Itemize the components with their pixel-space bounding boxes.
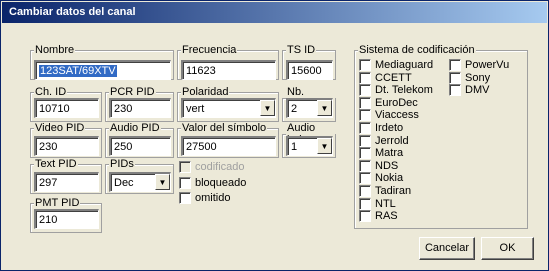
text-pid-input[interactable]: 297 xyxy=(34,172,99,192)
ch-id-input[interactable]: 10710 xyxy=(34,98,99,118)
encoding-checkbox-irdeto[interactable]: Irdeto xyxy=(359,122,403,134)
encoding-checkbox-dmv[interactable]: DMV xyxy=(449,84,489,97)
ts-id-label: TS ID xyxy=(286,44,317,56)
frecuencia-label: Frecuencia xyxy=(181,44,238,56)
pcr-pid-label: PCR PID xyxy=(109,86,156,98)
nombre-input[interactable]: 123SAT/69XTV xyxy=(34,60,171,80)
pids-label: PIDs xyxy=(109,158,135,170)
text-pid-label: Text PID xyxy=(34,158,78,170)
encoding-checkbox-ccett[interactable]: CCETT xyxy=(359,71,412,84)
encoding-checkbox-eurodec[interactable]: EuroDec xyxy=(359,96,418,109)
dialog-title: Cambiar datos del canal xyxy=(2,2,547,23)
encoding-checkbox-dt-telekom[interactable]: Dt. Telekom xyxy=(359,84,433,97)
encoding-checkbox-tadiran[interactable]: Tadiran xyxy=(359,185,411,197)
encoding-checkbox-nds[interactable]: NDS xyxy=(359,159,398,172)
nb-audio-select[interactable]: 2 ▼ xyxy=(286,98,333,118)
channel-dialog: Cambiar datos del canal Nombre 123SAT/69… xyxy=(0,0,549,271)
symbol-rate-label: Valor del símbolo xyxy=(181,122,268,134)
codificado-checkbox[interactable]: codificado xyxy=(179,161,245,173)
chevron-down-icon[interactable]: ▼ xyxy=(260,100,275,116)
encoding-checkbox-ntl[interactable]: NTL xyxy=(359,197,396,210)
omitido-checkbox[interactable]: omitido xyxy=(179,192,230,204)
polaridad-label: Polaridad xyxy=(181,86,230,98)
encoding-checkbox-sony[interactable]: Sony xyxy=(449,71,490,84)
video-pid-label: Video PID xyxy=(34,122,86,134)
pids-select[interactable]: Dec ▼ xyxy=(109,172,171,192)
audio-pid-input[interactable]: 250 xyxy=(109,136,171,156)
nombre-label: Nombre xyxy=(34,44,76,56)
cancel-button[interactable]: Cancelar xyxy=(419,237,475,260)
encoding-checkbox-ras[interactable]: RAS xyxy=(359,210,398,223)
bloqueado-checkbox[interactable]: bloqueado xyxy=(179,177,246,189)
encoding-checkbox-mediaguard[interactable]: Mediaguard xyxy=(359,59,433,71)
encoding-checkbox-matra[interactable]: Matra xyxy=(359,147,403,160)
encoding-label: Sistema de codificación xyxy=(358,44,476,56)
pcr-pid-input[interactable]: 230 xyxy=(109,98,171,118)
ok-button[interactable]: OK xyxy=(481,237,534,260)
chevron-down-icon[interactable]: ▼ xyxy=(317,100,332,116)
encoding-checkbox-nokia[interactable]: Nokia xyxy=(359,172,403,185)
ts-id-input[interactable]: 15600 xyxy=(286,60,333,80)
audio-pid-label: Audio PID xyxy=(109,122,161,134)
chevron-down-icon[interactable]: ▼ xyxy=(155,174,170,190)
audio-index-select[interactable]: 1 ▼ xyxy=(286,136,333,156)
pmt-pid-input[interactable]: 210 xyxy=(34,209,99,229)
encoding-checkbox-viaccess[interactable]: Viaccess xyxy=(359,109,419,122)
encoding-checkbox-jerrold[interactable]: Jerrold xyxy=(359,134,409,147)
symbol-rate-input[interactable]: 27500 xyxy=(181,136,276,156)
pmt-pid-label: PMT PID xyxy=(34,197,81,209)
encoding-checkbox-powervu[interactable]: PowerVu xyxy=(449,59,509,71)
frecuencia-input[interactable]: 11623 xyxy=(181,60,276,80)
chevron-down-icon[interactable]: ▼ xyxy=(317,138,332,154)
polaridad-select[interactable]: vert ▼ xyxy=(181,98,276,118)
video-pid-input[interactable]: 230 xyxy=(34,136,99,156)
ch-id-label: Ch. ID xyxy=(34,86,68,98)
